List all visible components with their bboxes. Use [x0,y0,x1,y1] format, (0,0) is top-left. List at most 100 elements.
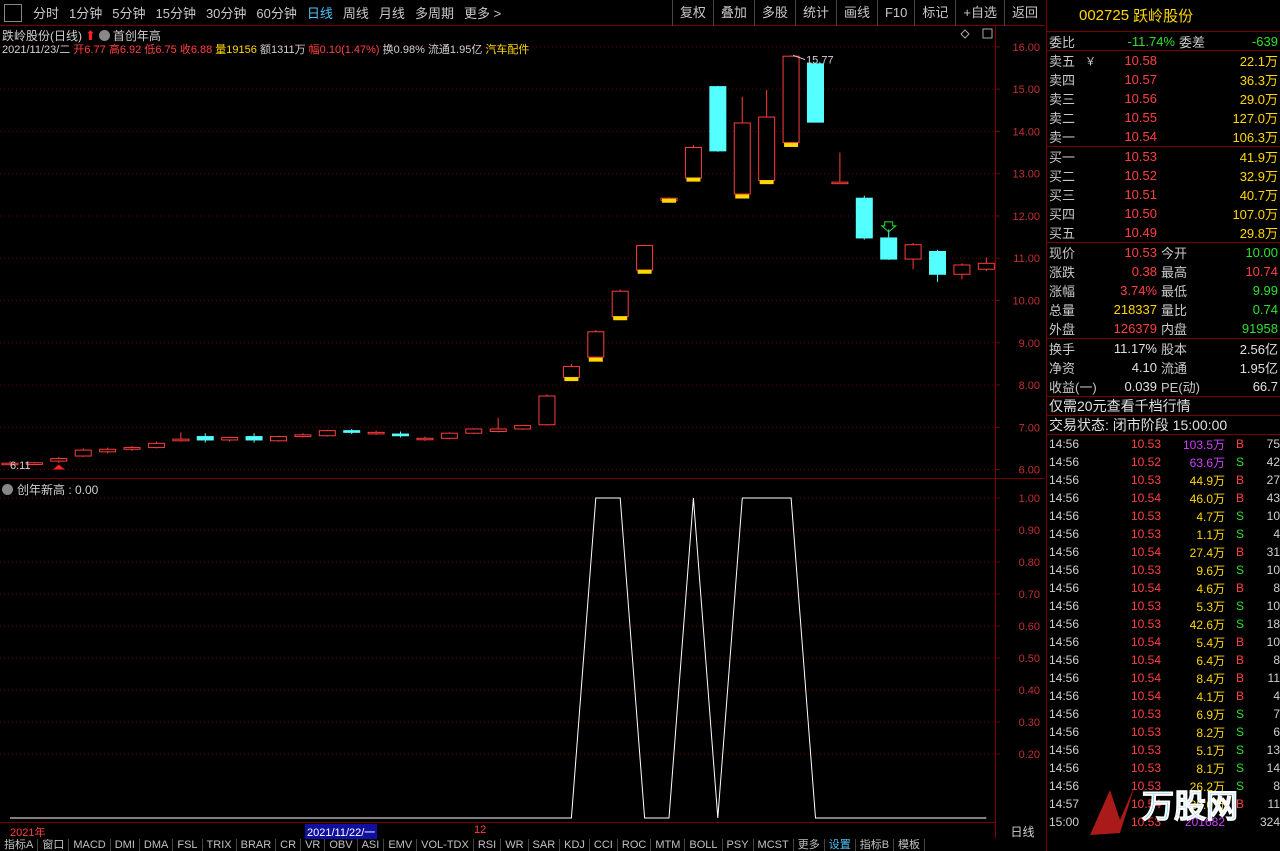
candle [611,289,629,319]
indicator-tab[interactable]: MCST [754,839,794,851]
level-label: 买五 [1049,226,1076,241]
level-price: 10.52 [1124,168,1157,183]
candle-body [684,146,702,179]
quote-label: 现价 [1049,246,1076,261]
quote-label: 内盘 [1161,322,1188,337]
candle [440,432,458,440]
level-price: 10.56 [1124,91,1157,106]
tick-row: 15:00 10.53 201682 324 [1047,813,1280,831]
indicator-tab[interactable]: ASI [358,839,385,851]
indicator-tab[interactable]: TRIX [203,839,237,851]
price-tick-label: 8.00 [1019,380,1040,392]
indicator-tab[interactable]: OBV [325,839,358,851]
tick-row: 14:56 10.54 46.0万 B 43 [1047,489,1280,507]
indicator-tab[interactable]: MACD [69,839,111,851]
stock-code: 002725 [1079,7,1130,24]
price-tick-label: 15.00 [1012,84,1040,96]
indicator-tab[interactable]: SAR [529,839,561,851]
tick-row: 14:56 10.54 4.1万 B 4 [1047,687,1280,705]
tick-time: 14:56 [1049,635,1080,649]
level-label: 买一 [1049,150,1076,165]
indicator-tab[interactable]: 设置 [825,839,856,851]
indicator-tab[interactable]: CCI [590,839,618,851]
candle [221,436,239,442]
indicator-tab[interactable]: KDJ [560,839,590,851]
kline-chart[interactable]: 16.00 15.00 14.00 13.00 12.00 11.00 10.00 9.00 8… [0,0,1045,851]
order-level-row: 买二 10.52 32.9万 [1047,166,1280,185]
candle-body [392,433,410,437]
indicator-tab[interactable]: 窗口 [38,839,70,851]
indicator-tab[interactable]: MTM [651,839,686,851]
tick-price: 10.53 [1130,437,1161,451]
candle [465,428,483,435]
indicator-tab[interactable]: DMI [111,839,140,851]
candle-body [587,331,605,358]
period-axis-label[interactable]: 日线 [1000,823,1045,839]
candle [782,55,800,145]
indicator-tab[interactable]: BOLL [685,839,723,851]
indicator-tab[interactable]: 更多 [794,839,825,851]
quote-value: 10.74 [1245,264,1278,279]
tick-time: 14:56 [1049,707,1080,721]
square-icon [982,28,993,39]
tick-row: 14:56 10.53 8.1万 S 14 [1047,759,1280,777]
indicator-tab[interactable]: PSY [723,839,754,851]
tick-volume: 4.6万 [1196,581,1225,596]
ratio-value: -11.74% [1127,33,1175,49]
dropdown-icon[interactable] [98,30,110,41]
promo-text[interactable]: 仅需20元查看千档行情 [1047,397,1280,416]
cursor-date-label: 2021/11/22/一 [305,824,378,840]
indicator-tab[interactable]: 指标B [856,839,895,851]
quote-label: 涨幅 [1049,284,1076,299]
tick-list[interactable]: 14:56 10.53 103.5万 B 75 14:56 10.52 63.6万 S 42 14:… [1047,435,1280,831]
indicator-tab[interactable]: RSI [474,839,502,851]
tick-side: B [1235,635,1244,649]
tick-volume: 42.6万 [1189,617,1225,632]
tick-side: B [1235,491,1244,505]
quote-row: 总量 218337 量比 0.74 [1047,300,1280,319]
indicator-tab[interactable]: VR [301,839,326,851]
tick-price: 10.53 [1130,527,1161,541]
indicator-tab[interactable]: DMA [140,839,174,851]
indicator-tab[interactable]: VOL-TDX [417,839,474,851]
dropdown-icon[interactable] [2,484,13,495]
indicator-tab[interactable]: BRAR [237,839,277,851]
indicator-tab[interactable]: CR [276,839,302,851]
indicator-tab[interactable]: FSL [173,839,203,851]
candle [977,257,995,271]
tick-volume: 5.1万 [1196,743,1225,758]
candle [172,432,190,442]
candle-body [733,122,751,195]
indicator-tick-label: 0.70 [1019,589,1040,601]
candle-body [489,428,507,433]
tick-count: 324 [1259,815,1280,829]
indicator-tab[interactable]: EMV [384,839,418,851]
tick-time: 14:56 [1049,617,1080,631]
price-tick-label: 12.00 [1012,211,1040,223]
candle [587,330,605,360]
tick-count: 13 [1266,743,1280,757]
indicator-tab[interactable]: 模板 [894,839,926,851]
candle [562,363,580,380]
min-annotation: 6.11 [10,460,31,472]
candle [50,456,68,463]
tick-count: 10 [1266,635,1280,649]
fund-label: 收益(一) [1049,380,1097,395]
tick-count: 43 [1266,491,1280,505]
indicator-tab[interactable]: ROC [618,839,652,851]
tick-price: 10.54 [1130,653,1161,667]
tick-price: 10.52 [1130,455,1161,469]
tick-row: 14:56 10.53 103.5万 B 75 [1047,435,1280,453]
fund-label: 股本 [1161,342,1188,357]
candle [709,85,727,152]
tick-row: 14:56 10.54 8.4万 B 11 [1047,669,1280,687]
tick-volume: 8.2万 [1196,725,1225,740]
indicator-tab[interactable]: WR [501,839,529,851]
candle-body [245,436,263,441]
tick-count: 6 [1273,725,1280,739]
tick-side: S [1235,509,1244,523]
candle-body [514,425,532,430]
indicator-tab[interactable]: 指标A [0,839,39,851]
change-value: 0.10(1.47%) [319,44,380,56]
quote-value: 10.53 [1124,245,1157,260]
